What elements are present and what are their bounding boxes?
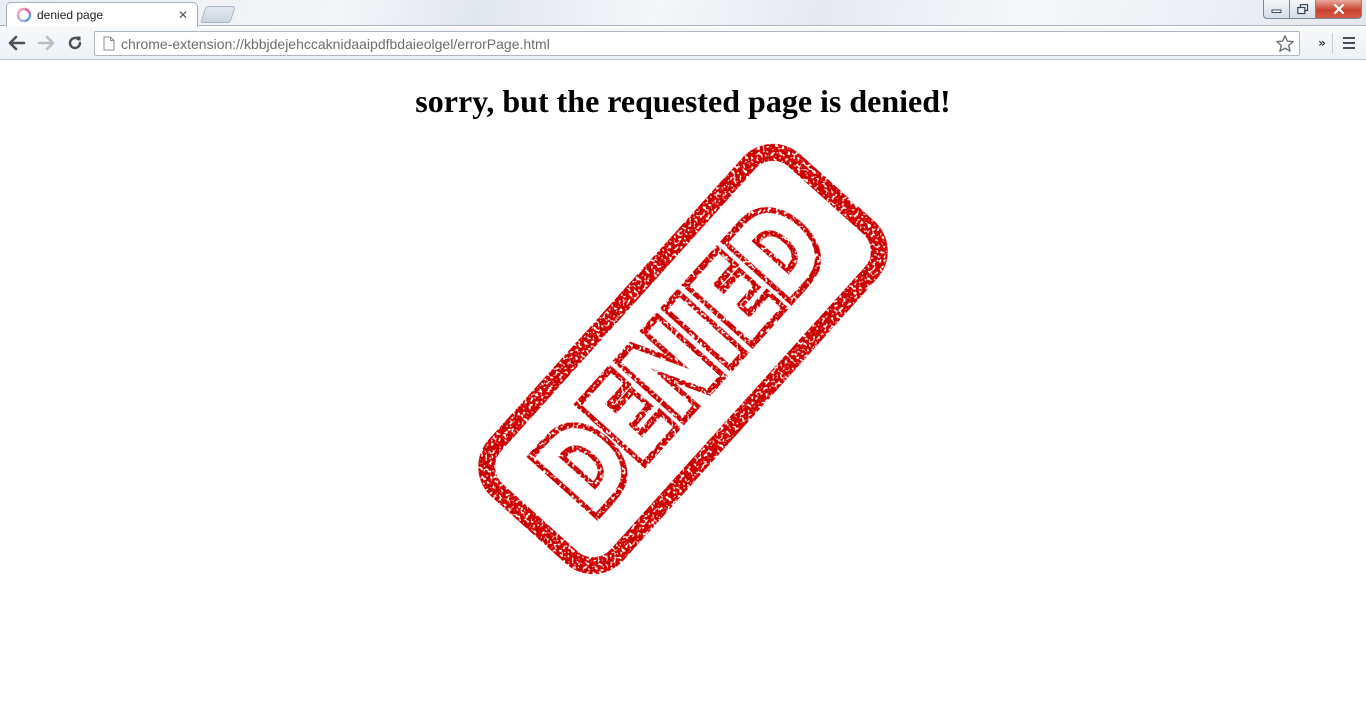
chrome-menu-icon[interactable] [1338,33,1360,53]
page-heading: sorry, but the requested page is denied! [415,83,951,119]
toolbar-divider [1332,33,1333,53]
tab-denied-page[interactable]: denied page ✕ [6,2,198,27]
close-icon [1333,4,1344,14]
minimize-button[interactable] [1263,0,1290,19]
minimize-icon [1271,9,1281,13]
window-titlebar: denied page ✕ [0,0,1366,27]
forward-arrow-icon [37,35,55,51]
bookmark-star-icon[interactable] [1274,33,1296,55]
forward-button[interactable] [33,31,59,55]
url-text[interactable]: chrome-extension://kbbjdejehccaknidaaipd… [121,36,1274,52]
reload-button[interactable] [62,31,88,55]
back-arrow-icon [8,35,26,51]
page-content: sorry, but the requested page is denied!… [0,61,1366,728]
page-icon [101,36,117,52]
tab-close-icon[interactable]: ✕ [175,7,191,23]
extensions-overflow-icon[interactable]: » [1313,34,1331,52]
reload-icon [68,36,82,50]
address-bar[interactable]: chrome-extension://kbbjdejehccaknidaaipd… [94,31,1300,56]
browser-toolbar: chrome-extension://kbbjdejehccaknidaaipd… [0,27,1366,60]
restore-button[interactable] [1290,0,1316,19]
restore-icon [1296,3,1308,14]
close-window-button[interactable] [1316,0,1362,19]
extension-swirl-icon [16,7,32,23]
new-tab-button[interactable] [200,6,236,23]
tab-title: denied page [37,8,104,22]
window-controls [1263,0,1362,19]
denied-stamp-image: DENIED DENIED [478,143,888,575]
back-button[interactable] [4,31,30,55]
